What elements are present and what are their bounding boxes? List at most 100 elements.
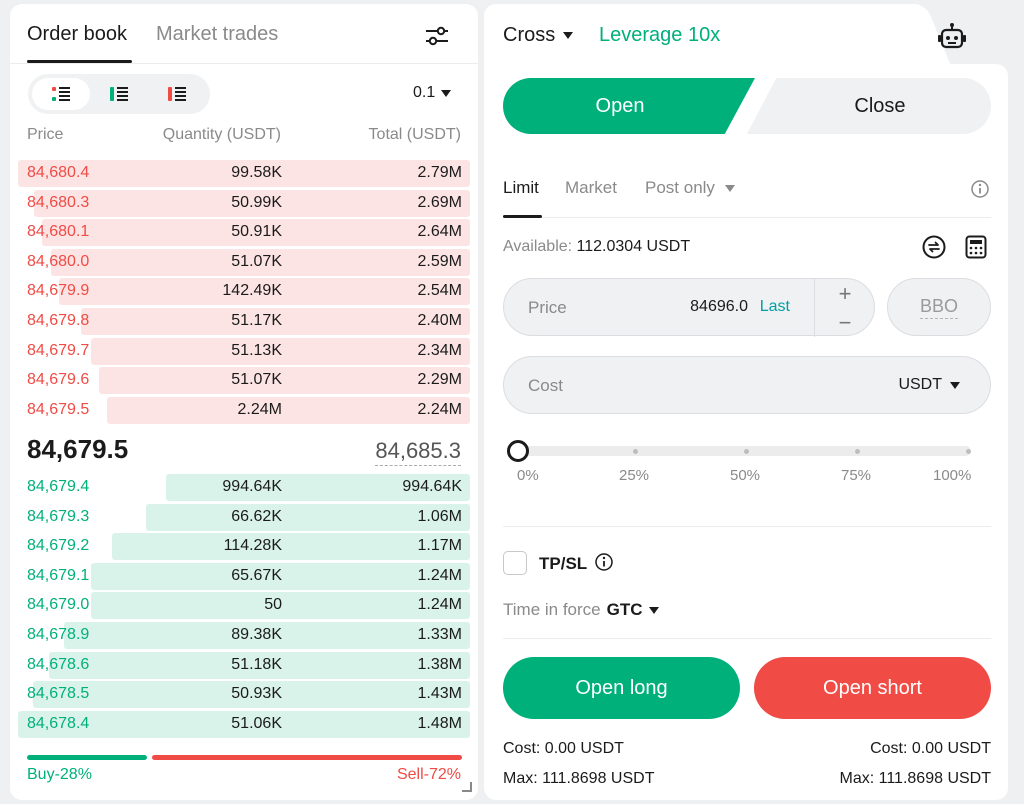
open-label: Open — [595, 94, 645, 117]
ask-total: 2.40M — [417, 312, 462, 329]
tab-market[interactable]: Market — [565, 178, 617, 198]
mark-price[interactable]: 84,685.3 — [375, 438, 461, 466]
view-bids-button[interactable] — [90, 78, 148, 110]
time-in-force-label: Time in force — [503, 600, 601, 619]
ask-qty: 50.99K — [231, 193, 282, 211]
tab-order-book[interactable]: Order book — [27, 23, 127, 46]
open-long-button[interactable]: Open long — [503, 657, 740, 719]
tpsl-checkbox[interactable] — [503, 551, 527, 575]
column-header-quantity: Quantity (USDT) — [162, 126, 281, 143]
sell-ratio-label: Sell-72% — [396, 766, 461, 783]
ask-total: 2.29M — [417, 371, 462, 389]
ask-price: 84,679.7 — [27, 341, 90, 359]
swap-icon[interactable] — [922, 235, 946, 259]
price-last-button[interactable]: Last — [760, 298, 790, 316]
cost-percent-slider[interactable] — [507, 440, 975, 466]
precision-value: 0.1 — [413, 84, 436, 101]
ask-row[interactable]: 84,680.0 51.07K 2.59M — [18, 248, 470, 276]
bid-price: 84,679.2 — [27, 537, 90, 555]
calculator-icon[interactable] — [965, 235, 987, 259]
tab-limit[interactable]: Limit — [503, 178, 539, 198]
close-position-tab[interactable]: Close — [747, 78, 991, 134]
bid-row[interactable]: 84,679.0 50 1.24M — [18, 592, 470, 620]
ask-row[interactable]: 84,679.9 142.49K 2.54M — [18, 278, 470, 306]
sell-ratio-bar — [152, 755, 462, 760]
slider-label-50[interactable]: 50% — [730, 467, 760, 484]
slider-label-75[interactable]: 75% — [841, 467, 871, 484]
bot-icon[interactable] — [936, 22, 968, 52]
bid-qty: 65.67K — [231, 566, 282, 584]
price-increment-button[interactable]: + — [815, 279, 875, 308]
open-short-button[interactable]: Open short — [754, 657, 991, 719]
view-both-button[interactable] — [32, 78, 90, 110]
bid-qty: 994.64K — [222, 478, 282, 495]
ask-qty: 51.07K — [231, 371, 282, 389]
margin-mode-select[interactable]: Cross — [503, 24, 574, 47]
ask-depth-bar — [99, 367, 470, 395]
ask-row[interactable]: 84,679.5 2.24M 2.24M — [18, 396, 470, 424]
bid-price: 84,678.4 — [27, 714, 90, 732]
resize-handle[interactable] — [462, 782, 472, 792]
ask-row[interactable]: 84,680.3 50.99K 2.69M — [18, 189, 470, 217]
chevron-down-icon — [563, 32, 574, 39]
open-position-tab[interactable]: Open — [503, 78, 755, 134]
ask-price: 84,680.1 — [27, 223, 90, 241]
slider-label-0[interactable]: 0% — [517, 467, 539, 484]
ask-qty: 99.58K — [231, 164, 282, 181]
precision-select[interactable]: 0.1 — [413, 84, 452, 102]
ask-total: 2.59M — [417, 252, 462, 270]
ask-total: 2.64M — [417, 223, 462, 241]
bid-price: 84,679.0 — [27, 596, 90, 614]
post-only-label: Post only — [645, 178, 715, 197]
bid-row[interactable]: 84,679.3 66.62K 1.06M — [18, 503, 470, 531]
ask-row[interactable]: 84,679.8 51.17K 2.40M — [18, 308, 470, 335]
info-icon[interactable] — [595, 553, 613, 571]
tab-market-trades[interactable]: Market trades — [156, 23, 278, 46]
time-in-force-select[interactable]: Time in force GTC — [503, 600, 659, 620]
bid-row[interactable]: 84,679.2 114.28K 1.17M — [18, 533, 470, 561]
tab-post-only[interactable]: Post only — [645, 178, 735, 198]
view-asks-button[interactable] — [148, 78, 206, 110]
price-decrement-button[interactable]: − — [815, 308, 875, 337]
ask-price: 84,679.9 — [27, 282, 90, 300]
bbo-button[interactable]: BBO — [887, 278, 991, 336]
ask-total: 2.24M — [417, 400, 462, 418]
cost-unit-select[interactable]: USDT — [898, 376, 960, 394]
slider-handle[interactable] — [507, 440, 529, 462]
available-balance: Available: 112.0304 USDT — [503, 238, 690, 256]
ask-row[interactable]: 84,679.7 51.13K 2.34M — [18, 337, 470, 365]
slider-label-25[interactable]: 25% — [619, 467, 649, 484]
margin-mode-value: Cross — [503, 24, 556, 46]
bid-total: 1.24M — [417, 596, 462, 614]
bid-qty: 89.38K — [231, 626, 282, 643]
price-value[interactable]: 84696.0 — [690, 298, 748, 316]
ask-qty: 50.91K — [231, 223, 282, 241]
bid-row[interactable]: 84,678.4 51.06K 1.48M — [18, 710, 470, 738]
bid-depth-bar — [112, 533, 470, 561]
chevron-down-icon — [950, 381, 960, 389]
slider-label-100[interactable]: 100% — [933, 467, 971, 484]
available-value: 112.0304 USDT — [576, 238, 691, 255]
info-icon[interactable] — [971, 180, 989, 198]
bbo-label: BBO — [919, 296, 958, 319]
bid-row[interactable]: 84,678.5 50.93K 1.43M — [18, 681, 470, 709]
ask-row[interactable]: 84,680.1 50.91K 2.64M — [18, 219, 470, 247]
price-input[interactable]: Price 84696.0 Last + − — [503, 278, 875, 337]
chevron-down-icon — [441, 89, 452, 97]
cost-input[interactable]: Cost USDT — [503, 356, 991, 414]
ask-total: 2.34M — [417, 341, 462, 359]
bid-row[interactable]: 84,678.9 89.38K 1.33M — [18, 622, 470, 649]
leverage-button[interactable]: Leverage 10x — [599, 24, 720, 47]
bid-row[interactable]: 84,679.4 994.64K 994.64K — [18, 474, 470, 501]
short-cost: Cost: 0.00 USDT — [870, 740, 991, 757]
ask-row[interactable]: 84,680.4 99.58K 2.79M — [18, 160, 470, 187]
view-asks-icon — [168, 87, 186, 101]
filter-icon[interactable] — [424, 24, 450, 48]
ask-row[interactable]: 84,679.6 51.07K 2.29M — [18, 367, 470, 395]
chevron-down-icon — [724, 184, 735, 192]
bid-row[interactable]: 84,679.1 65.67K 1.24M — [18, 562, 470, 590]
active-tab-indicator — [27, 60, 132, 63]
bid-row[interactable]: 84,678.6 51.18K 1.38M — [18, 651, 470, 679]
bid-price: 84,679.3 — [27, 507, 90, 525]
ask-price: 84,679.5 — [27, 400, 90, 418]
